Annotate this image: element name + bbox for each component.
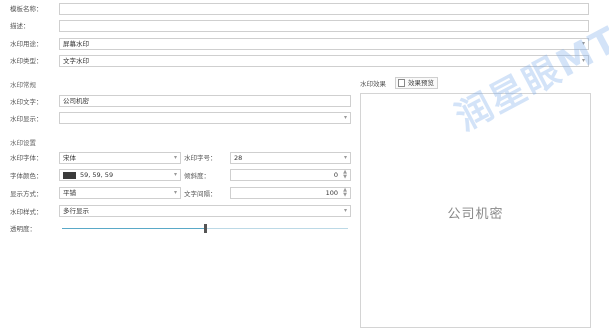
tilt-label: 倾斜度：: [184, 172, 210, 180]
font-color-picker[interactable]: 59, 59, 59 ▾: [59, 169, 181, 181]
chevron-down-icon: ▾: [581, 40, 585, 47]
description-label: 描述：: [10, 22, 30, 30]
preview-panel: 公司机密: [360, 93, 591, 328]
watermark-text-label: 水印文字：: [10, 98, 43, 106]
font-label: 水印字体：: [10, 154, 43, 162]
stepper-arrows-icon[interactable]: ▲ ▼: [342, 170, 348, 180]
transparency-slider[interactable]: [62, 224, 348, 233]
template-name-label: 模板名称：: [10, 5, 43, 13]
preview-button[interactable]: 效果预览: [395, 77, 438, 89]
slider-thumb[interactable]: [204, 224, 207, 233]
settings-section-title: 水印设置: [10, 139, 36, 147]
font-size-select[interactable]: 28 ▾: [230, 152, 351, 164]
color-swatch: [63, 172, 76, 179]
watermark-display-label: 水印显示：: [10, 115, 43, 123]
watermark-display-select[interactable]: ▾: [59, 112, 351, 124]
font-size-label: 水印字号：: [184, 154, 217, 162]
watermark-usage-label: 水印用途：: [10, 40, 43, 48]
text-spacing-stepper[interactable]: 100 ▲ ▼: [230, 187, 351, 199]
template-name-input[interactable]: [59, 3, 589, 15]
description-input[interactable]: [59, 20, 589, 32]
tilt-stepper[interactable]: 0 ▲ ▼: [230, 169, 351, 181]
text-spacing-label: 文字间隔：: [184, 190, 217, 198]
chevron-down-icon: ▾: [343, 207, 347, 214]
watermark-style-select[interactable]: 多行显示 ▾: [59, 205, 351, 217]
preview-label: 水印效果: [360, 80, 386, 88]
chevron-down-icon: ▾: [173, 189, 177, 196]
preview-document-icon: [398, 79, 405, 87]
display-mode-label: 显示方式：: [10, 190, 43, 198]
watermark-text-input[interactable]: 公司机密: [59, 95, 351, 107]
chevron-down-icon: ▾: [173, 154, 177, 161]
font-color-label: 字体颜色：: [10, 172, 43, 180]
chevron-down-icon: ▾: [173, 171, 177, 178]
stepper-arrows-icon[interactable]: ▲ ▼: [342, 188, 348, 198]
watermark-style-label: 水印样式：: [10, 208, 43, 216]
watermark-usage-select[interactable]: 屏幕水印 ▾: [59, 38, 589, 50]
chevron-down-icon: ▾: [581, 57, 585, 64]
watermark-type-select[interactable]: 文字水印 ▾: [59, 55, 589, 67]
transparency-label: 透明度：: [10, 225, 36, 233]
watermark-type-label: 水印类型：: [10, 57, 43, 65]
slider-fill: [62, 228, 205, 229]
chevron-down-icon: ▾: [343, 114, 347, 121]
preview-sample-text: 公司机密: [447, 207, 504, 222]
content-section-title: 水印常规: [10, 81, 36, 89]
font-select[interactable]: 宋体 ▾: [59, 152, 181, 164]
chevron-down-icon: ▾: [343, 154, 347, 161]
display-mode-select[interactable]: 平铺 ▾: [59, 187, 181, 199]
